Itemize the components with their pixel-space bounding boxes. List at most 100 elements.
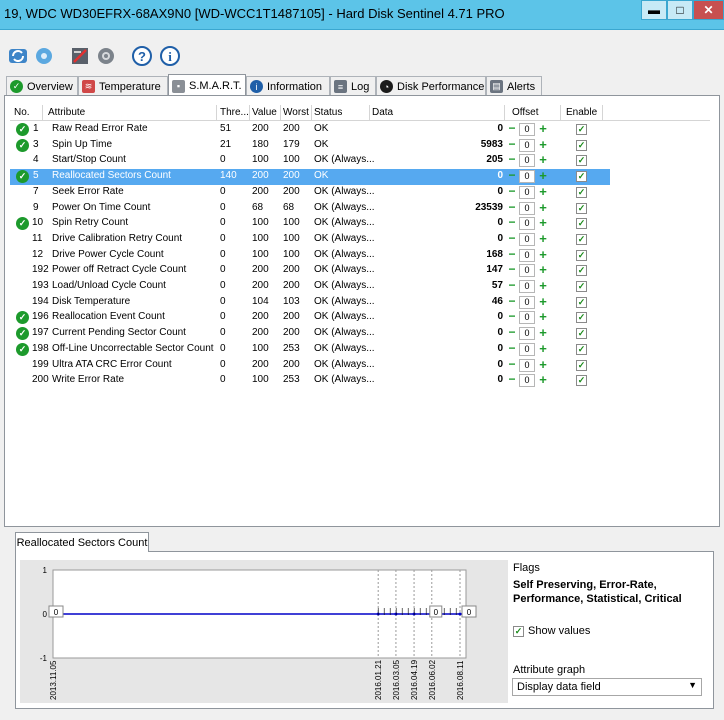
offset-increase-button[interactable]: + — [537, 358, 549, 372]
enable-checkbox[interactable]: ✓ — [576, 265, 587, 277]
offset-decrease-button[interactable]: − — [506, 263, 518, 277]
enable-checkbox[interactable]: ✓ — [576, 218, 587, 230]
enable-checkbox[interactable]: ✓ — [576, 124, 587, 135]
col-no[interactable]: No. — [14, 107, 30, 118]
offset-decrease-button[interactable]: − — [506, 342, 518, 356]
enable-checkbox[interactable]: ✓ — [576, 202, 587, 214]
offset-value[interactable]: 0 — [519, 342, 535, 356]
offset-decrease-button[interactable]: − — [506, 201, 518, 215]
offset-increase-button[interactable]: + — [537, 326, 549, 340]
enable-checkbox[interactable]: ✓ — [576, 249, 587, 261]
offset-value[interactable]: 0 — [519, 374, 535, 388]
tab-information[interactable]: i Information — [246, 76, 330, 96]
offset-increase-button[interactable]: + — [537, 138, 549, 152]
tab-log[interactable]: ≡ Log — [330, 76, 376, 96]
table-row[interactable]: ✓ 1 Raw Read Error Rate 51 200 200 OK 0−0 + ✓ — [10, 122, 610, 138]
offset-increase-button[interactable]: + — [537, 295, 549, 309]
tab-smart[interactable]: ▪ S.M.A.R.T. — [168, 74, 246, 97]
table-row[interactable]: 192 Power off Retract Cycle Count 0 200 200 O… — [10, 263, 610, 279]
info-icon[interactable]: i — [158, 44, 182, 68]
offset-decrease-button[interactable]: − — [506, 122, 518, 136]
offset-increase-button[interactable]: + — [537, 122, 549, 136]
offset-increase-button[interactable]: + — [537, 232, 549, 246]
offset-value[interactable]: 0 — [519, 295, 535, 309]
offset-decrease-button[interactable]: − — [506, 295, 518, 309]
offset-increase-button[interactable]: + — [537, 248, 549, 262]
offset-decrease-button[interactable]: − — [506, 358, 518, 372]
offset-decrease-button[interactable]: − — [506, 326, 518, 340]
offset-value[interactable]: 0 — [519, 185, 535, 199]
table-row[interactable]: 12 Drive Power Cycle Count 0 100 100 OK (Alwa… — [10, 248, 610, 264]
col-value[interactable]: Value — [252, 107, 277, 118]
table-row[interactable]: 9 Power On Time Count 0 68 68 OK (Always... 23… — [10, 201, 610, 217]
col-offset[interactable]: Offset — [512, 107, 539, 118]
offset-increase-button[interactable]: + — [537, 279, 549, 293]
offset-value[interactable]: 0 — [519, 138, 535, 152]
offset-decrease-button[interactable]: − — [506, 185, 518, 199]
offset-increase-button[interactable]: + — [537, 153, 549, 167]
offset-value[interactable]: 0 — [519, 201, 535, 215]
minimize-button[interactable]: ▬ — [641, 0, 667, 20]
col-worst[interactable]: Worst — [283, 107, 309, 118]
table-row[interactable]: ✓ 3 Spin Up Time 21 180 179 OK 5983−0 + ✓ — [10, 138, 610, 154]
tab-temperature[interactable]: ≋ Temperature — [78, 76, 168, 96]
enable-checkbox[interactable]: ✓ — [576, 233, 587, 245]
offset-value[interactable]: 0 — [519, 170, 535, 184]
offset-value[interactable]: 0 — [519, 217, 535, 231]
refresh-icon[interactable] — [6, 44, 30, 68]
enable-checkbox[interactable]: ✓ — [576, 186, 587, 198]
offset-increase-button[interactable]: + — [537, 185, 549, 199]
offset-decrease-button[interactable]: − — [506, 232, 518, 246]
enable-checkbox[interactable]: ✓ — [576, 155, 587, 167]
offset-value[interactable]: 0 — [519, 280, 535, 293]
offset-value[interactable]: 0 — [519, 358, 535, 372]
col-threshold[interactable]: Thre... — [220, 107, 249, 118]
offset-increase-button[interactable]: + — [537, 201, 549, 215]
tab-attribute-detail[interactable]: Reallocated Sectors Count — [15, 532, 149, 552]
table-row[interactable]: ✓ 196 Reallocation Event Count 0 200 200 OK (A… — [10, 310, 610, 326]
enable-checkbox[interactable]: ✓ — [576, 281, 587, 292]
offset-value[interactable]: 0 — [519, 248, 535, 262]
attribute-graph-select[interactable]: Display data field ▼ — [512, 678, 702, 696]
offset-value[interactable]: 0 — [519, 264, 535, 278]
table-row[interactable]: ✓ 10 Spin Retry Count 0 100 100 OK (Always... 0… — [10, 216, 610, 232]
help-icon[interactable]: ? — [130, 44, 154, 68]
enable-checkbox[interactable]: ✓ — [576, 171, 587, 183]
table-row[interactable]: 4 Start/Stop Count 0 100 100 OK (Always... 205… — [10, 153, 610, 169]
offset-increase-button[interactable]: + — [537, 216, 549, 230]
close-button[interactable]: ✕ — [693, 0, 724, 20]
enable-checkbox[interactable]: ✓ — [576, 312, 587, 324]
enable-checkbox[interactable]: ✓ — [576, 375, 587, 387]
offset-increase-button[interactable]: + — [537, 310, 549, 324]
offset-decrease-button[interactable]: − — [506, 216, 518, 230]
settings-icon[interactable] — [94, 44, 118, 68]
table-row[interactable]: ✓ 198 Off-Line Uncorrectable Sector Count 0… — [10, 342, 610, 358]
show-values-checkbox[interactable]: ✓ — [513, 625, 524, 637]
enable-checkbox[interactable]: ✓ — [576, 343, 587, 355]
offset-decrease-button[interactable]: − — [506, 138, 518, 152]
tab-alerts[interactable]: ▤ Alerts — [486, 76, 542, 96]
offset-decrease-button[interactable]: − — [506, 153, 518, 167]
table-row[interactable]: 7 Seek Error Rate 0 200 200 OK (Always... 0−0 +… — [10, 185, 610, 201]
offset-value[interactable]: 0 — [519, 327, 535, 341]
offset-value[interactable]: 0 — [519, 123, 535, 136]
table-row[interactable]: 200 Write Error Rate 0 100 253 OK (Always... 0… — [10, 373, 610, 389]
disk-settings-icon[interactable] — [32, 44, 56, 68]
offset-value[interactable]: 0 — [519, 154, 535, 168]
tab-disk-performance[interactable]: ◔ Disk Performance — [376, 76, 486, 96]
offset-increase-button[interactable]: + — [537, 342, 549, 356]
enable-checkbox[interactable]: ✓ — [576, 296, 587, 308]
table-row[interactable]: 11 Drive Calibration Retry Count 0 100 100 OK… — [10, 232, 610, 248]
offset-increase-button[interactable]: + — [537, 373, 549, 387]
maximize-button[interactable]: □ — [667, 0, 693, 20]
col-enable[interactable]: Enable — [566, 107, 597, 118]
offset-decrease-button[interactable]: − — [506, 373, 518, 387]
offset-value[interactable]: 0 — [519, 311, 535, 325]
table-row[interactable]: ✓ 197 Current Pending Sector Count 0 200 200 O… — [10, 326, 610, 342]
table-row[interactable]: ✓ 5 Reallocated Sectors Count 140 200 200 OK 0−… — [10, 169, 610, 185]
offset-decrease-button[interactable]: − — [506, 169, 518, 183]
report-icon[interactable] — [68, 44, 92, 68]
enable-checkbox[interactable]: ✓ — [576, 139, 587, 151]
table-row[interactable]: 193 Load/Unload Cycle Count 0 200 200 OK (Alw… — [10, 279, 610, 295]
table-row[interactable]: 199 Ultra ATA CRC Error Count 0 200 200 OK (A… — [10, 358, 610, 374]
